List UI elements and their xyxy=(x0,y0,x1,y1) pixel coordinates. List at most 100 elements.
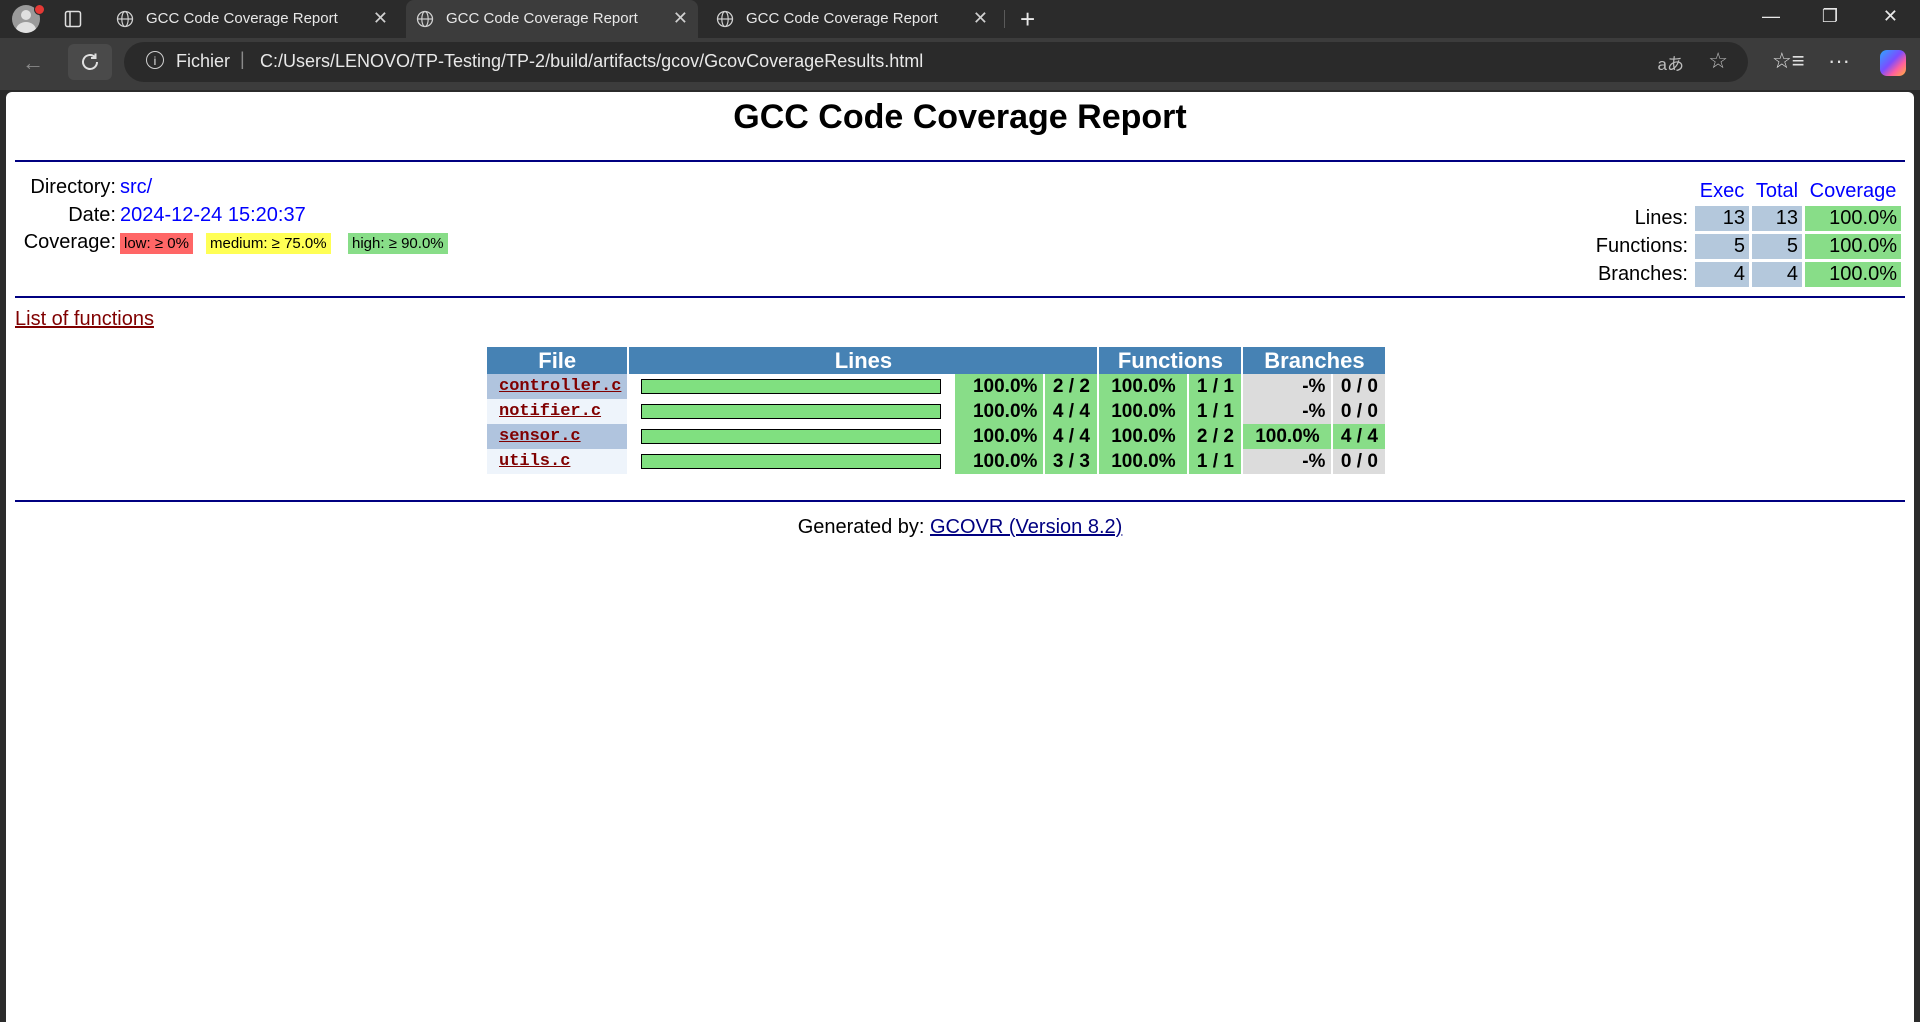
branch-percent: 100.0% xyxy=(1243,424,1332,449)
tab-3[interactable]: GCC Code Coverage Report ✕ xyxy=(706,0,998,38)
summary-label: Functions: xyxy=(1595,235,1688,257)
header-rule xyxy=(15,160,1905,162)
coverage-bar-fill xyxy=(642,405,941,418)
date-label: Date: xyxy=(68,204,116,226)
function-percent: 100.0% xyxy=(1099,449,1188,474)
file-rows: controller.c 100.0% 2 / 2 100.0% 1 / 1 -% 0 / … xyxy=(487,374,1386,474)
summary-row-lines: Lines: 13 13 100.0% xyxy=(1595,206,1901,231)
line-percent: 100.0% xyxy=(955,424,1044,449)
branch-count: 4 / 4 xyxy=(1333,424,1386,449)
report-page: GCC Code Coverage Report Directory: src/… xyxy=(6,92,1914,1022)
file-name-cell: utils.c xyxy=(487,449,628,474)
globe-icon xyxy=(116,10,134,28)
legend-high: high: ≥ 90.0% xyxy=(348,233,448,254)
summary-coverage: 100.0% xyxy=(1805,234,1901,259)
function-percent: 100.0% xyxy=(1099,399,1188,424)
summary-total: 13 xyxy=(1752,206,1802,231)
file-link[interactable]: notifier.c xyxy=(499,402,601,421)
function-count: 1 / 1 xyxy=(1189,399,1242,424)
close-tab-icon[interactable]: ✕ xyxy=(373,8,388,29)
function-count: 1 / 1 xyxy=(1189,374,1242,399)
table-row: notifier.c 100.0% 4 / 4 100.0% 1 / 1 -% 0 / 0 xyxy=(487,399,1386,424)
summary-coverage: 100.0% xyxy=(1805,206,1901,231)
line-count: 4 / 4 xyxy=(1045,399,1098,424)
line-coverage-bar-cell xyxy=(629,424,953,449)
summary-header-coverage: Coverage xyxy=(1809,179,1897,202)
line-count: 4 / 4 xyxy=(1045,424,1098,449)
notification-dot xyxy=(34,4,45,15)
address-url[interactable]: C:/Users/LENOVO/TP-Testing/TP-2/build/ar… xyxy=(260,51,923,72)
file-name-cell: controller.c xyxy=(487,374,628,399)
function-count: 1 / 1 xyxy=(1189,449,1242,474)
favorites-icon[interactable]: ☆≡ xyxy=(1772,48,1805,74)
summary-row-branches: Branches: 4 4 100.0% xyxy=(1595,262,1901,287)
browser-toolbar: ← i Fichier | C:/Users/LENOVO/TP-Testing… xyxy=(0,38,1920,90)
info-icon[interactable]: i xyxy=(146,51,164,69)
directory-label: Directory: xyxy=(30,176,116,198)
legend-low: low: ≥ 0% xyxy=(120,233,193,254)
meta-rule xyxy=(15,296,1905,298)
coverage-bar xyxy=(641,429,942,444)
more-options-icon[interactable]: ··· xyxy=(1828,48,1850,74)
close-tab-icon[interactable]: ✕ xyxy=(973,8,988,29)
directory-value: src/ xyxy=(120,176,153,198)
copilot-icon[interactable] xyxy=(1880,50,1906,76)
refresh-button[interactable] xyxy=(68,44,112,80)
close-window-icon[interactable]: ✕ xyxy=(1883,6,1898,27)
page-title: GCC Code Coverage Report xyxy=(733,98,1187,136)
file-coverage-table: File Lines Functions Branches controller… xyxy=(485,347,1387,474)
tab-2-active[interactable]: GCC Code Coverage Report ✕ xyxy=(406,0,698,38)
list-of-functions-link[interactable]: List of functions xyxy=(15,308,154,331)
column-header-functions[interactable]: Functions xyxy=(1099,347,1242,374)
new-tab-icon[interactable]: + xyxy=(1020,4,1035,35)
coverage-label: Coverage: xyxy=(23,231,116,253)
footer-rule xyxy=(15,500,1905,502)
address-bar[interactable]: i Fichier | C:/Users/LENOVO/TP-Testing/T… xyxy=(124,42,1748,82)
read-aloud-icon[interactable]: aあ xyxy=(1658,50,1684,75)
line-coverage-bar-cell xyxy=(629,449,953,474)
line-coverage-bar-cell xyxy=(629,399,953,424)
file-name-cell: sensor.c xyxy=(487,424,628,449)
table-row: controller.c 100.0% 2 / 2 100.0% 1 / 1 -% 0 / … xyxy=(487,374,1386,399)
summary-exec: 5 xyxy=(1695,234,1749,259)
branch-count: 0 / 0 xyxy=(1333,399,1386,424)
footer-prefix: Generated by: xyxy=(797,516,925,538)
table-row: utils.c 100.0% 3 / 3 100.0% 1 / 1 -% 0 / 0 xyxy=(487,449,1386,474)
back-arrow-icon[interactable]: ← xyxy=(22,50,44,76)
restore-icon[interactable]: ❐ xyxy=(1822,6,1838,27)
favorite-star-icon[interactable]: ☆ xyxy=(1708,48,1728,74)
file-link[interactable]: utils.c xyxy=(499,452,570,471)
function-count: 2 / 2 xyxy=(1189,424,1242,449)
line-percent: 100.0% xyxy=(955,374,1044,399)
summary-table: Exec Total Coverage Lines: 13 13 100.0% … xyxy=(1592,176,1904,290)
tab-title: GCC Code Coverage Report xyxy=(446,10,638,27)
summary-label: Branches: xyxy=(1597,263,1688,285)
minimize-icon[interactable]: — xyxy=(1762,6,1780,27)
file-link[interactable]: sensor.c xyxy=(499,427,581,446)
column-header-file[interactable]: File xyxy=(487,347,628,374)
tab-bar: GCC Code Coverage Report ✕ GCC Code Cove… xyxy=(0,0,1920,38)
refresh-icon xyxy=(82,53,98,70)
column-header-lines[interactable]: Lines xyxy=(629,347,1098,374)
footer: Generated by: GCOVR (Version 8.2) xyxy=(6,516,1914,539)
address-divider: | xyxy=(240,49,245,69)
tab-1[interactable]: GCC Code Coverage Report ✕ xyxy=(106,0,398,38)
line-count: 3 / 3 xyxy=(1045,449,1098,474)
file-link[interactable]: controller.c xyxy=(499,377,621,396)
column-header-branches[interactable]: Branches xyxy=(1243,347,1386,374)
line-percent: 100.0% xyxy=(955,449,1044,474)
tab-title: GCC Code Coverage Report xyxy=(146,10,338,27)
branch-percent: -% xyxy=(1243,449,1332,474)
line-coverage-bar-cell xyxy=(629,374,953,399)
function-percent: 100.0% xyxy=(1099,374,1188,399)
close-tab-icon[interactable]: ✕ xyxy=(673,8,688,29)
tab-title: GCC Code Coverage Report xyxy=(746,10,938,27)
legend-medium: medium: ≥ 75.0% xyxy=(206,233,331,254)
coverage-bar xyxy=(641,404,942,419)
branch-count: 0 / 0 xyxy=(1333,449,1386,474)
branch-percent: -% xyxy=(1243,374,1332,399)
summary-total: 4 xyxy=(1752,262,1802,287)
address-scheme: Fichier xyxy=(176,51,231,71)
gcovr-link[interactable]: GCOVR (Version 8.2) xyxy=(930,516,1122,538)
tab-actions-icon[interactable] xyxy=(64,10,82,28)
